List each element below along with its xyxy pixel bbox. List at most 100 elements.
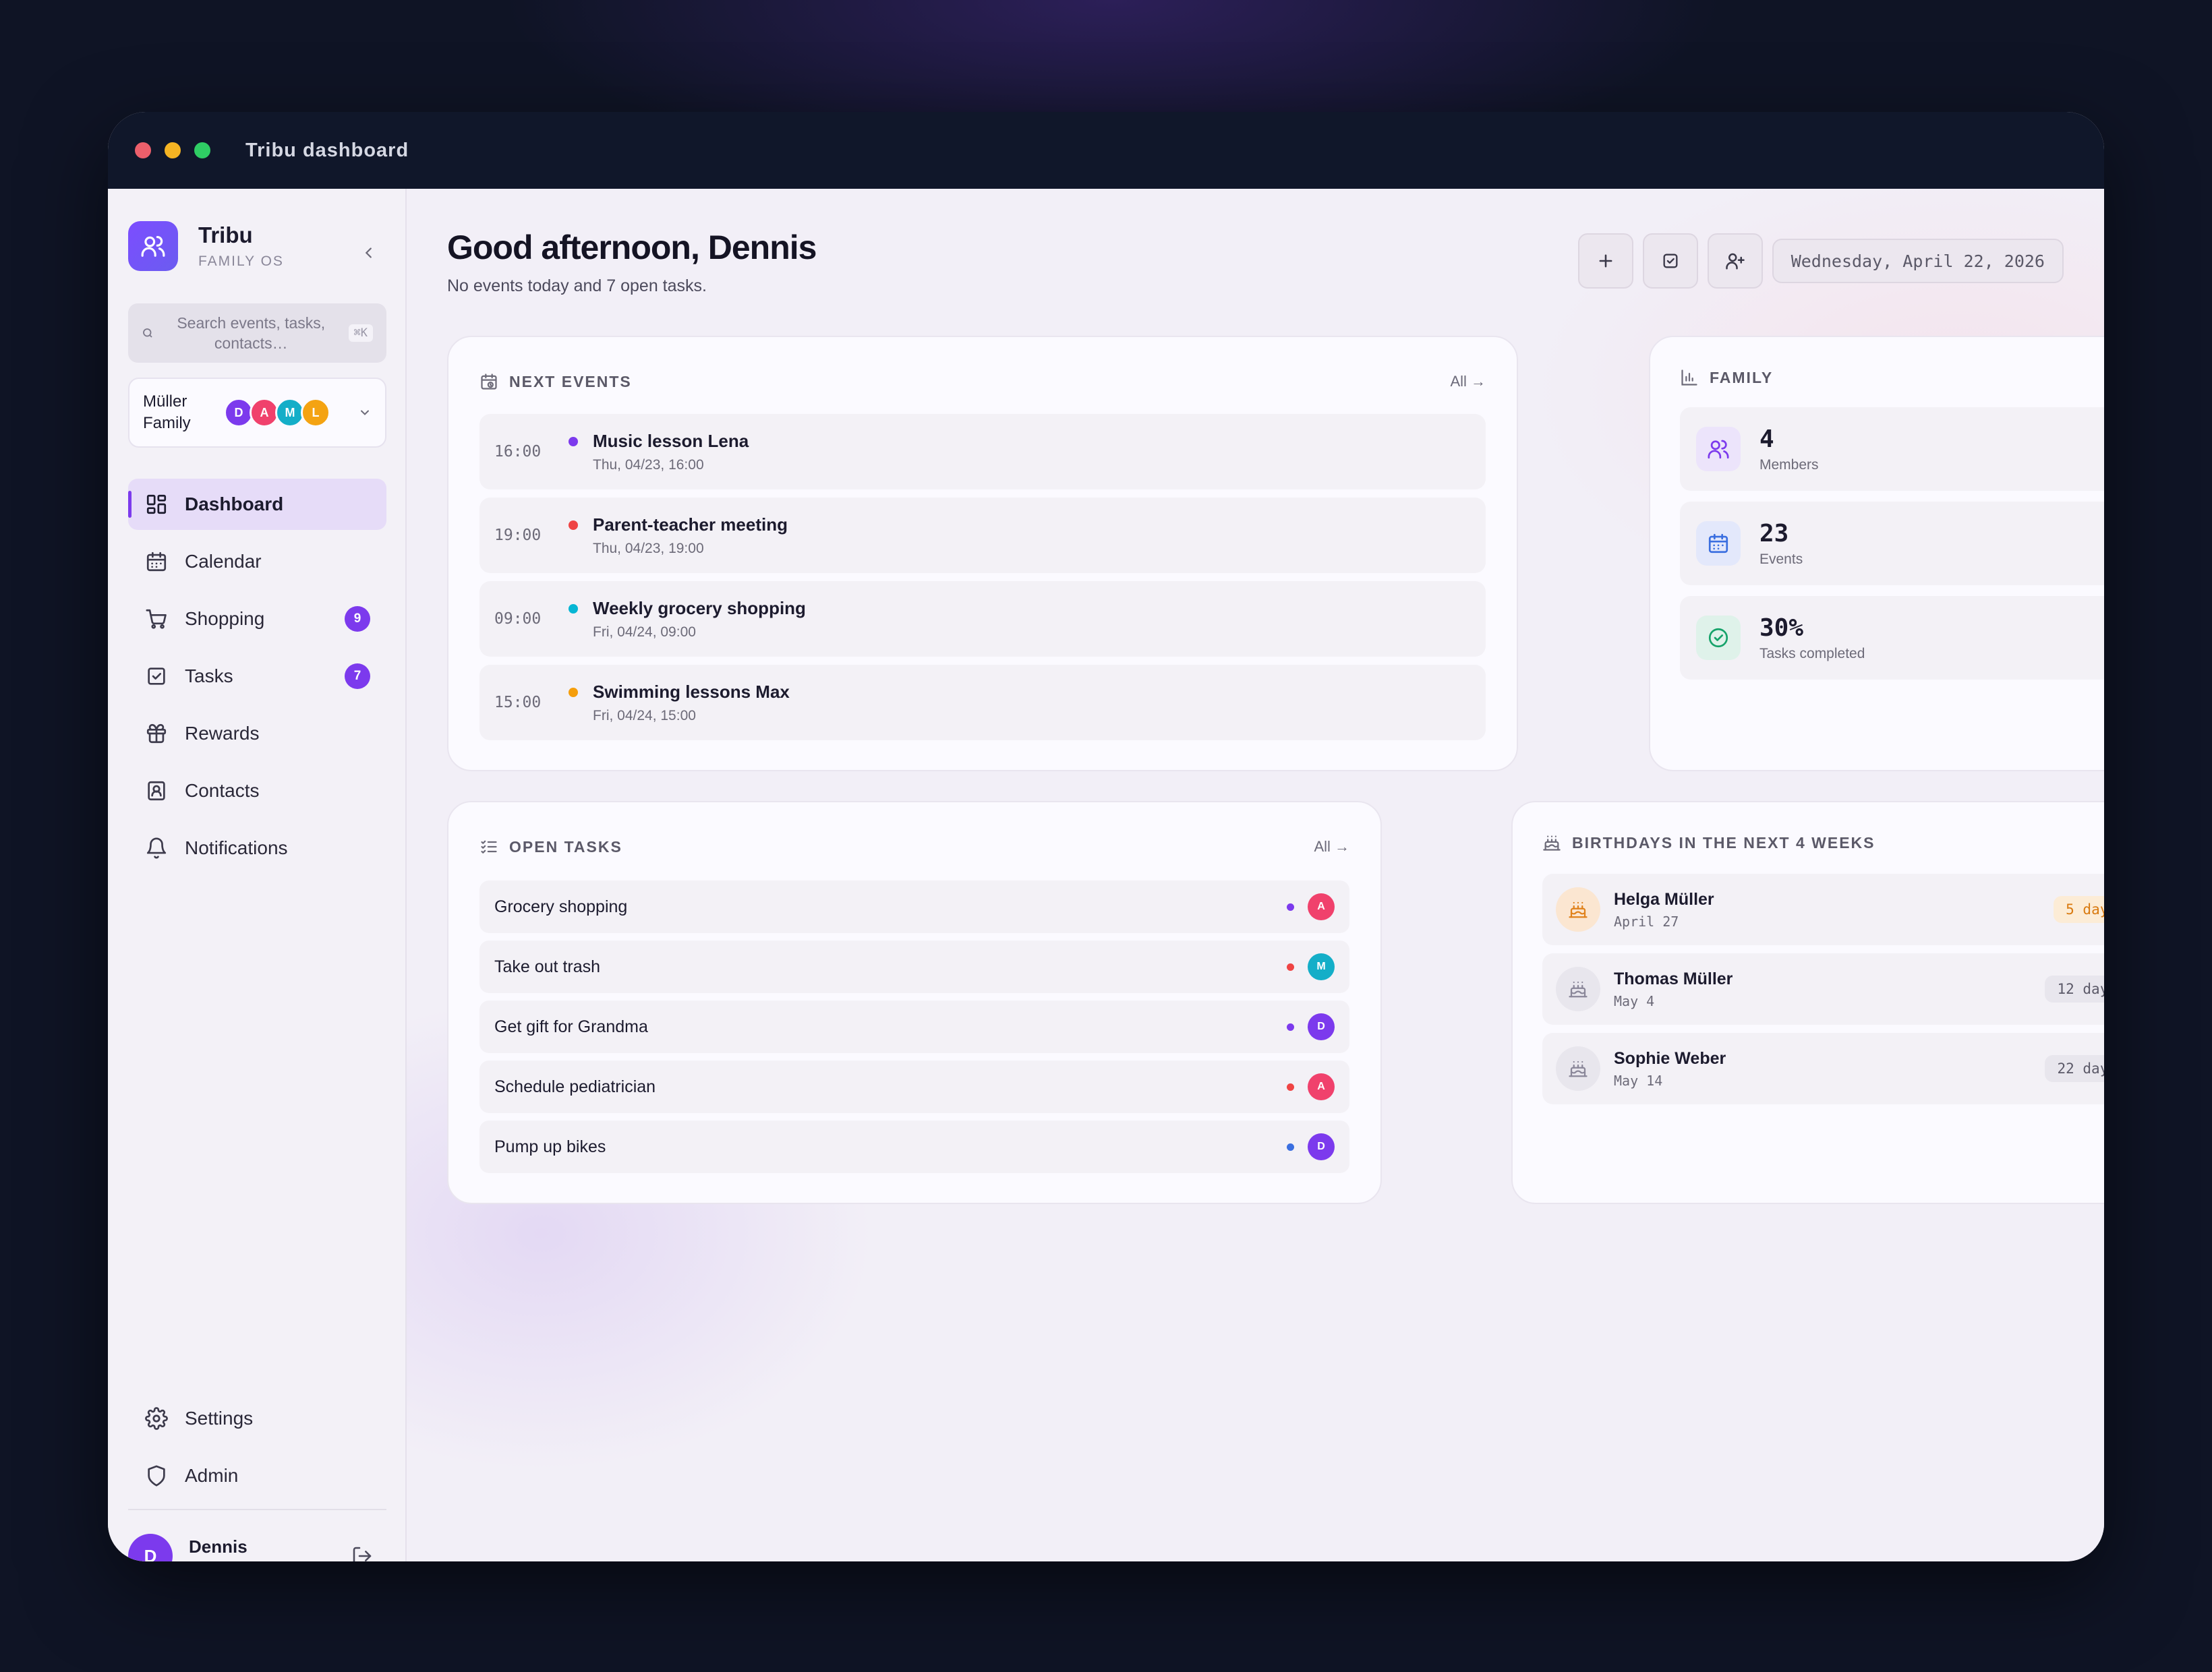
event-title: Swimming lessons Max — [593, 681, 790, 702]
logout-button[interactable] — [349, 1543, 376, 1561]
task-item[interactable]: Grocery shopping A — [479, 880, 1349, 933]
family-avatars: DAML — [224, 398, 330, 427]
stat-value: 30% — [1759, 614, 1804, 642]
stat-icon — [1696, 616, 1741, 660]
bar-chart-icon — [1681, 369, 1697, 386]
task-item[interactable]: Schedule pediatrician A — [479, 1061, 1349, 1113]
check-square-icon — [1663, 253, 1678, 268]
sidebar-item-label: Admin — [185, 1465, 239, 1486]
sidebar-item-label: Shopping — [185, 608, 265, 629]
task-priority-dot — [1287, 1083, 1294, 1091]
task-name: Grocery shopping — [494, 897, 628, 916]
sidebar-item-dashboard[interactable]: Dashboard — [128, 479, 386, 530]
family-name: Müller Family — [143, 392, 191, 432]
add-button[interactable] — [1577, 233, 1633, 289]
event-title: Music lesson Lena — [593, 430, 749, 451]
search-input[interactable]: Search events, tasks, contacts… ⌘K — [128, 303, 386, 363]
contact-icon — [148, 781, 165, 801]
birthdays-list: Helga Müller April 27 5 days Thomas Müller M… — [1542, 874, 2104, 1112]
close-window-button[interactable] — [135, 142, 151, 158]
sidebar-item-label: Settings — [185, 1408, 254, 1429]
family-switcher[interactable]: Müller Family DAML — [128, 378, 386, 448]
cake-icon — [1569, 1061, 1588, 1077]
stat-value: 23 — [1759, 519, 1789, 547]
birthday-item[interactable]: Sophie Weber May 14 22 days — [1542, 1033, 2104, 1104]
sidebar-item-calendar[interactable]: Calendar — [128, 536, 386, 587]
birthday-icon — [1556, 1046, 1600, 1091]
gear-icon — [145, 1407, 168, 1430]
event-item[interactable]: 16:00 Music lesson Lena Thu, 04/23, 16:00 — [479, 414, 1486, 489]
birthday-icon — [1556, 967, 1600, 1011]
sidebar-nav: Dashboard Calendar Shopping 9 Tasks 7 Rewards C… — [128, 479, 386, 880]
member-avatar: L — [301, 398, 330, 427]
logout-icon — [353, 1547, 372, 1561]
task-name: Schedule pediatrician — [494, 1077, 656, 1096]
assignee-avatar: M — [1308, 953, 1335, 980]
user-name: Dennis — [189, 1536, 248, 1557]
task-priority-dot — [1287, 1143, 1294, 1151]
calendar-icon — [146, 551, 167, 572]
avatar[interactable]: D — [128, 1534, 173, 1561]
birthday-name: Thomas Müller — [1614, 969, 1733, 988]
event-time: 15:00 — [494, 694, 542, 711]
minimize-window-button[interactable] — [165, 142, 181, 158]
task-item[interactable]: Take out trash M — [479, 940, 1349, 993]
maximize-window-button[interactable] — [194, 142, 210, 158]
sidebar-item-notifications[interactable]: Notifications — [128, 823, 386, 874]
count-badge: 9 — [345, 606, 370, 632]
cart-icon — [146, 609, 167, 629]
assignee-avatar: A — [1308, 1073, 1335, 1100]
event-item[interactable]: 15:00 Swimming lessons Max Fri, 04/24, 15:… — [479, 665, 1486, 740]
sidebar-item-label: Tasks — [185, 665, 233, 686]
event-item[interactable]: 19:00 Parent-teacher meeting Thu, 04/23, 1… — [479, 498, 1486, 573]
event-color-dot — [569, 604, 578, 614]
birthday-name: Sophie Weber — [1614, 1048, 1726, 1068]
task-item[interactable]: Pump up bikes D — [479, 1121, 1349, 1173]
collapse-sidebar-button[interactable] — [359, 243, 379, 263]
search-placeholder: Search events, tasks, contacts… — [177, 314, 326, 352]
event-color-dot — [569, 520, 578, 530]
sidebar-item-settings[interactable]: Settings — [128, 1393, 386, 1444]
stat-events: 23 Events — [1680, 502, 2104, 585]
birthday-item[interactable]: Thomas Müller May 4 12 days — [1542, 953, 2104, 1025]
brand-name: Tribu — [198, 222, 253, 247]
family-stats-card: FAMILY 4 Members 23 Events 30% Tasks complete… — [1649, 336, 2104, 771]
assignee-avatar: D — [1308, 1133, 1335, 1160]
sidebar-item-label: Dashboard — [185, 494, 284, 514]
tasks-list: Grocery shopping A Take out trash M Get gift… — [479, 880, 1349, 1181]
stat-members: 4 Members — [1680, 407, 2104, 491]
task-item[interactable]: Get gift for Grandma D — [479, 1001, 1349, 1053]
tasks-all-link[interactable]: All → — [1314, 838, 1349, 856]
stat-value: 4 — [1759, 425, 1774, 453]
window-title: Tribu dashboard — [245, 139, 409, 161]
next-events-card: NEXT EVENTS All → 16:00 Music lesson Lena… — [447, 336, 1518, 771]
sidebar-item-admin[interactable]: Admin — [128, 1450, 386, 1501]
stat-label: Members — [1759, 456, 1819, 473]
assignee-avatar: D — [1308, 1013, 1335, 1040]
sidebar-item-rewards[interactable]: Rewards — [128, 708, 386, 759]
next-events-title: NEXT EVENTS — [509, 372, 632, 390]
events-all-link[interactable]: All → — [1450, 373, 1486, 390]
sidebar-item-shopping[interactable]: Shopping 9 — [128, 593, 386, 645]
days-until-badge: 5 days — [2054, 896, 2104, 923]
event-title: Parent-teacher meeting — [593, 514, 788, 535]
search-shortcut: ⌘K — [348, 324, 373, 342]
sidebar-item-contacts[interactable]: Contacts — [128, 765, 386, 816]
task-priority-dot — [1287, 1023, 1294, 1031]
user-plus-icon — [1725, 253, 1745, 270]
event-color-dot — [569, 688, 578, 697]
add-member-button[interactable] — [1707, 233, 1763, 289]
event-item[interactable]: 09:00 Weekly grocery shopping Fri, 04/24, … — [479, 581, 1486, 657]
brand: Tribu FAMILY OS — [128, 221, 284, 271]
title-bar: Tribu dashboard — [108, 112, 2104, 189]
stat-tasks-completed: 30% Tasks completed — [1680, 596, 2104, 680]
sidebar-item-label: Contacts — [185, 780, 260, 801]
sidebar-item-label: Notifications — [185, 837, 288, 858]
sidebar-item-tasks[interactable]: Tasks 7 — [128, 651, 386, 702]
brand-subtitle: FAMILY OS — [198, 253, 284, 269]
add-task-button[interactable] — [1642, 233, 1698, 289]
birthday-item[interactable]: Helga Müller April 27 5 days — [1542, 874, 2104, 945]
open-tasks-title: OPEN TASKS — [509, 837, 622, 856]
calendar-clock-icon — [481, 374, 497, 390]
birthday-date: May 14 — [1614, 1072, 1663, 1089]
